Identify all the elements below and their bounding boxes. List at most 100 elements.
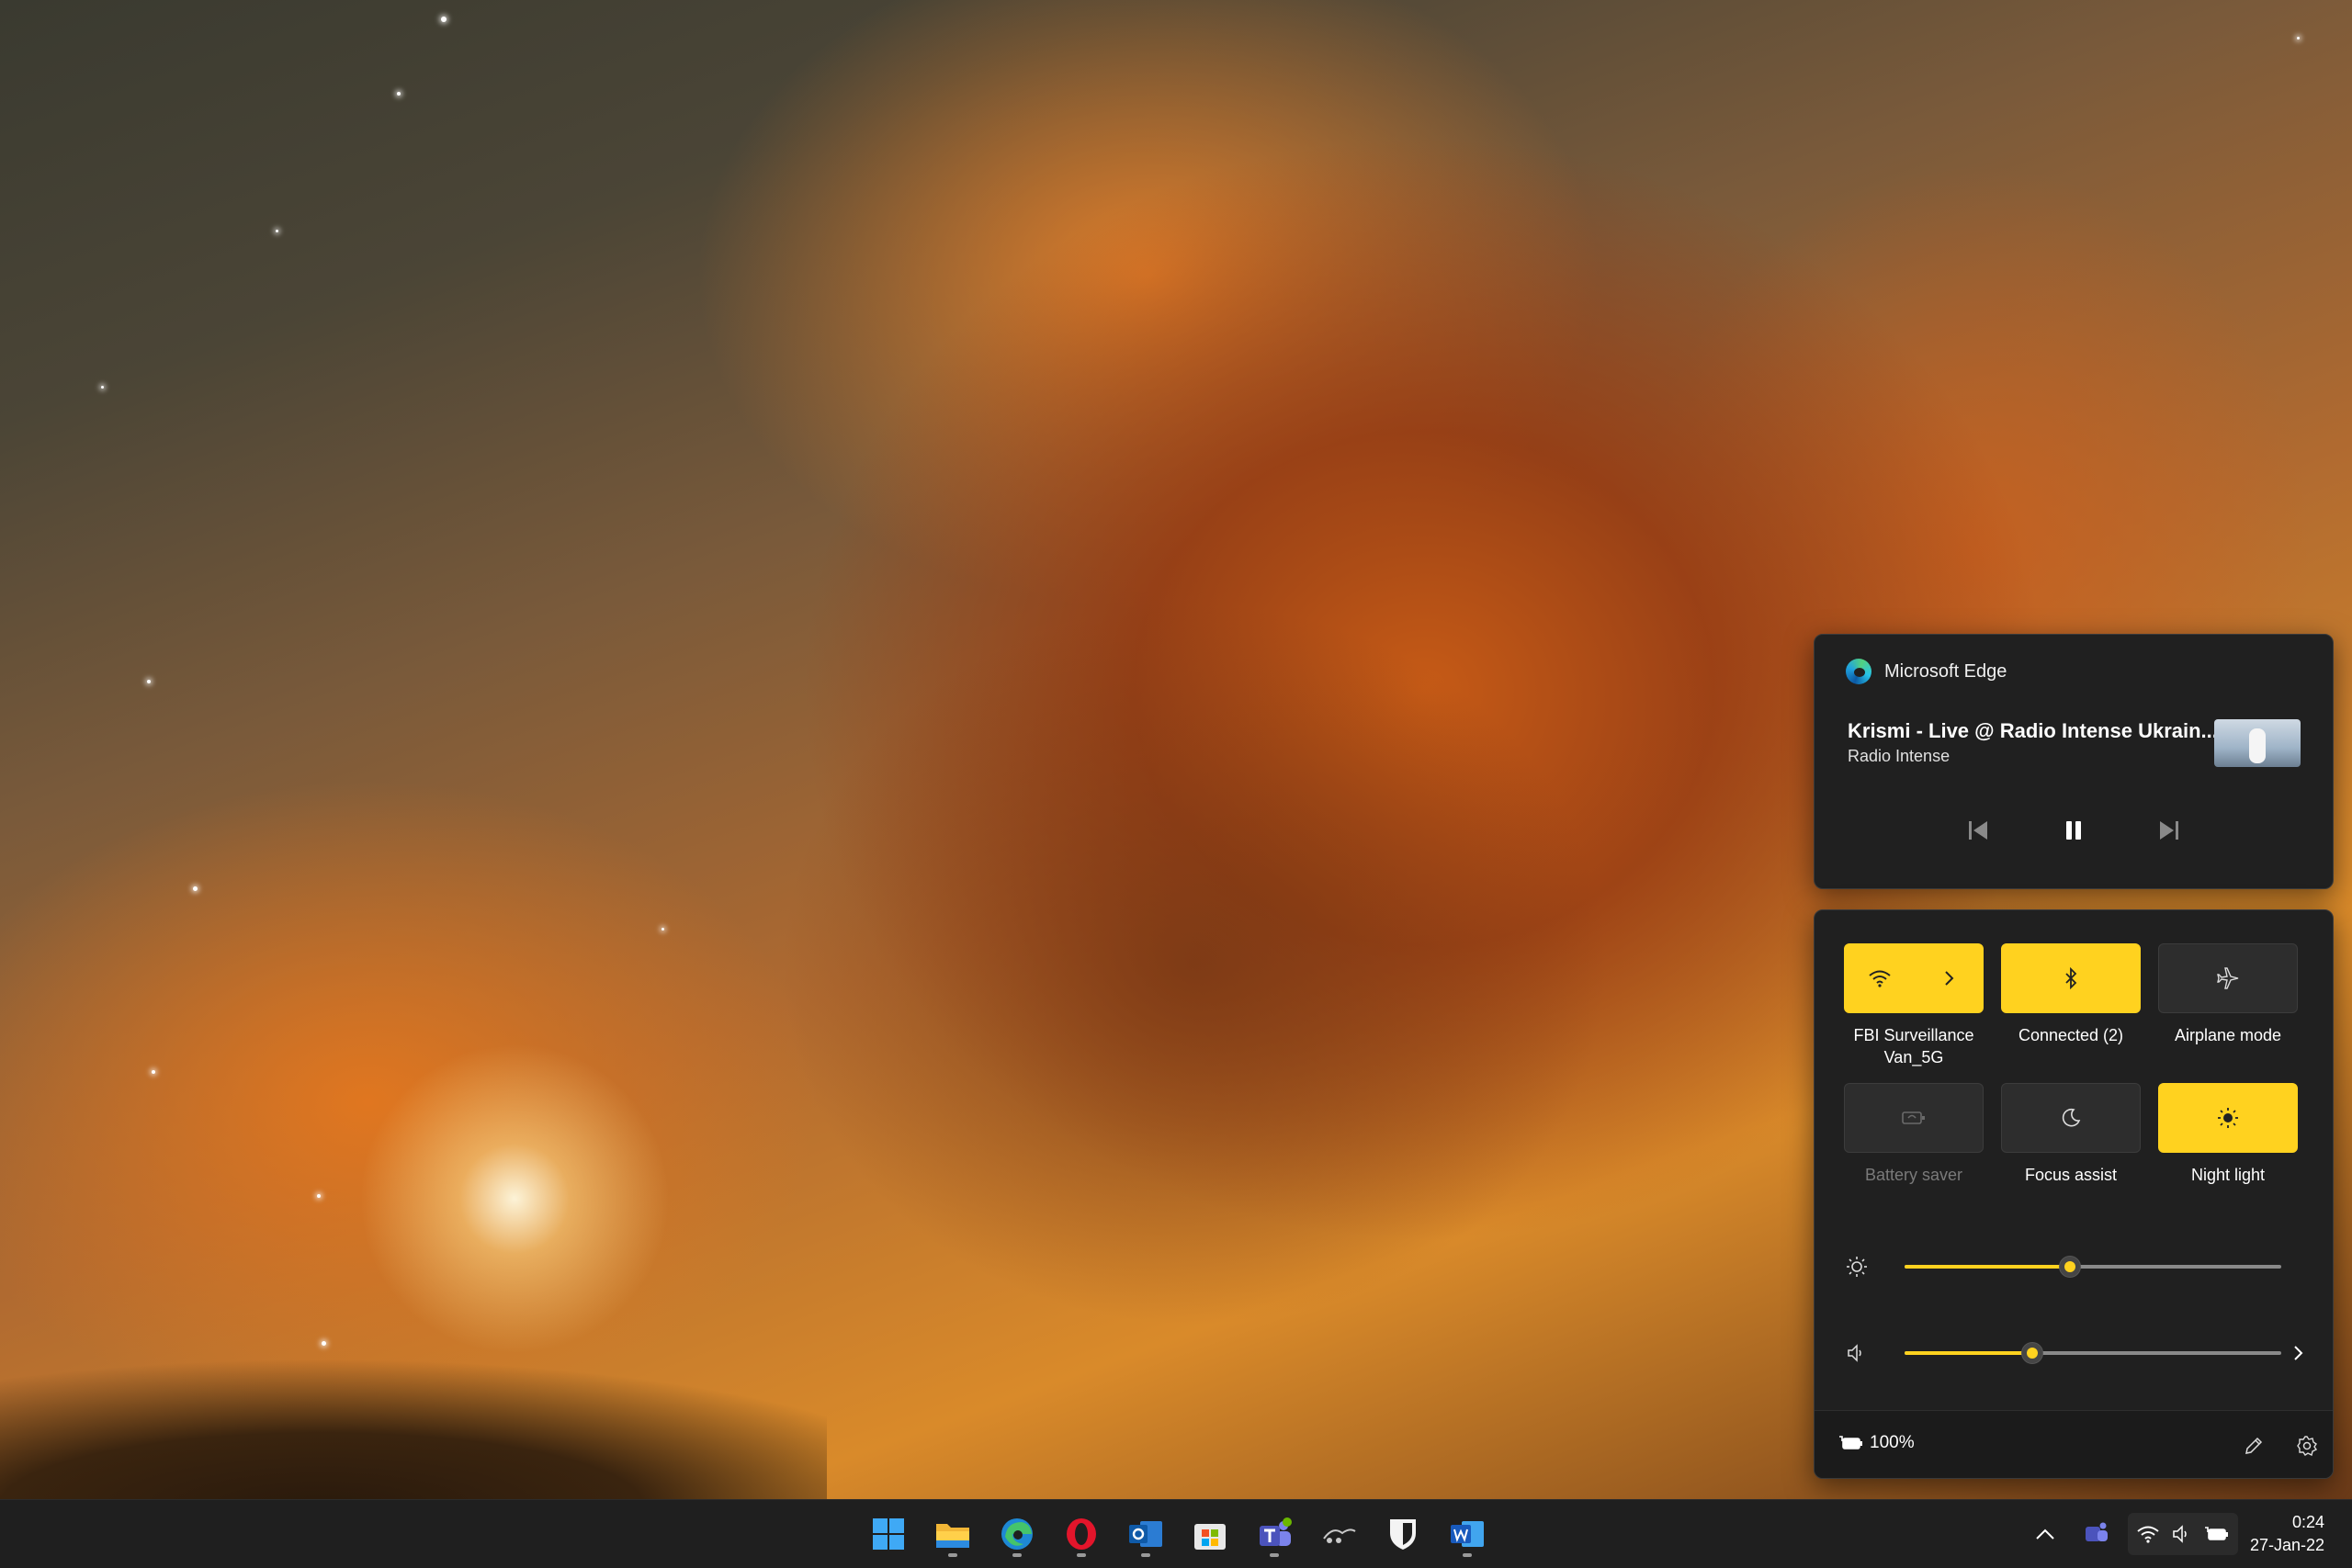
quick-settings-footer: 100%	[1815, 1410, 2333, 1478]
speaker-icon	[2173, 1525, 2187, 1543]
star	[441, 17, 447, 22]
tile-bluetooth: Connected (2)	[2001, 943, 2141, 1046]
running-indicator	[1141, 1553, 1150, 1557]
night-light-label: Night light	[2190, 1166, 2266, 1184]
edge-taskbar-button[interactable]	[992, 1509, 1042, 1559]
airplane-icon	[2217, 967, 2239, 989]
brightness-slider[interactable]	[1905, 1256, 2281, 1278]
sun-icon	[2218, 1108, 2238, 1128]
store-icon	[1194, 1524, 1226, 1550]
star	[2297, 37, 2300, 39]
running-indicator	[1077, 1553, 1086, 1557]
opera-button[interactable]	[1057, 1509, 1106, 1559]
word-icon	[1451, 1521, 1484, 1547]
battery-saver-label: Battery saver	[1864, 1166, 1963, 1184]
teams-tray-button[interactable]	[2078, 1513, 2115, 1555]
show-hidden-icons-button[interactable]	[2029, 1513, 2062, 1555]
media-track-title: Krismi - Live @ Radio Intense Ukrain...	[1848, 719, 2218, 742]
bitwarden-button[interactable]	[1378, 1509, 1428, 1559]
focus-assist-label: Focus assist	[2024, 1166, 2118, 1184]
star	[147, 680, 151, 683]
night-light-button[interactable]	[2158, 1083, 2298, 1153]
battery-status[interactable]: 100%	[1838, 1433, 1915, 1453]
wifi-toggle[interactable]	[1845, 944, 1914, 1012]
edge-icon	[1001, 1518, 1033, 1550]
edit-quick-settings-button[interactable]	[2237, 1429, 2270, 1462]
pause-icon	[2066, 821, 2081, 840]
airplane-mode-button[interactable]	[2158, 943, 2298, 1013]
word-button[interactable]	[1442, 1509, 1492, 1559]
wifi-toggle-button[interactable]	[1844, 943, 1984, 1013]
teams-icon	[1260, 1517, 1292, 1546]
clock-time: 0:24	[2291, 1513, 2324, 1531]
file-explorer-icon	[936, 1524, 969, 1548]
tile-night-light: Night light	[2158, 1083, 2298, 1186]
start-button[interactable]	[864, 1509, 913, 1559]
star	[193, 886, 198, 891]
clock[interactable]: 0:24 27-Jan-22	[2250, 1511, 2324, 1557]
wifi-icon	[1868, 970, 1891, 987]
bluetooth-toggle-button[interactable]	[2001, 943, 2141, 1013]
snipping-tool-button[interactable]	[1314, 1509, 1363, 1559]
tile-battery-saver: Battery saver	[1844, 1083, 1984, 1186]
battery-charging-icon	[2205, 1527, 2228, 1540]
audio-output-button[interactable]	[2285, 1340, 2311, 1366]
media-controls	[1815, 815, 2333, 846]
volume-slider-row	[1842, 1335, 2311, 1371]
opera-icon	[1067, 1518, 1096, 1550]
network-volume-battery-tray[interactable]	[2128, 1513, 2238, 1555]
running-indicator	[1463, 1553, 1472, 1557]
next-icon	[2160, 821, 2178, 840]
airplane-label: Airplane mode	[2174, 1026, 2282, 1044]
chevron-right-icon	[1944, 971, 1953, 986]
media-artist: Radio Intense	[1848, 747, 1951, 765]
star	[152, 1070, 155, 1074]
outlook-button[interactable]	[1121, 1509, 1170, 1559]
wallpaper-hill	[0, 1359, 827, 1499]
star	[101, 386, 104, 389]
star	[322, 1341, 326, 1346]
focus-assist-button[interactable]	[2001, 1083, 2141, 1153]
star	[317, 1194, 321, 1198]
snipping-icon	[1323, 1529, 1356, 1543]
running-indicator	[1012, 1553, 1022, 1557]
edge-icon	[1846, 659, 1871, 684]
clock-date: 27-Jan-22	[2249, 1536, 2324, 1554]
tile-airplane: Airplane mode	[2158, 943, 2298, 1046]
star	[397, 92, 401, 96]
wifi-icon	[2137, 1526, 2159, 1543]
wifi-label: FBI Surveillance Van_5G	[1853, 1026, 1974, 1066]
brightness-icon	[1844, 1254, 1870, 1280]
media-thumbnail[interactable]	[2214, 719, 2301, 767]
media-header: Microsoft Edge	[1846, 659, 2007, 684]
settings-button[interactable]	[2290, 1429, 2324, 1462]
taskbar: 0:24 27-Jan-22	[0, 1499, 2352, 1568]
battery-charging-icon	[1839, 1436, 1862, 1450]
volume-thumb[interactable]	[2021, 1342, 2044, 1364]
bitwarden-icon	[1390, 1519, 1416, 1550]
volume-fill	[1905, 1351, 2033, 1355]
speaker-icon[interactable]	[1844, 1340, 1870, 1366]
star	[662, 928, 664, 931]
chevron-right-icon	[2294, 1346, 2303, 1360]
brightness-slider-row	[1842, 1248, 2311, 1285]
battery-percent: 100%	[1870, 1433, 1915, 1452]
battery-saver-icon	[1902, 1111, 1925, 1124]
store-button[interactable]	[1185, 1509, 1235, 1559]
volume-slider[interactable]	[1905, 1342, 2281, 1364]
pause-button[interactable]	[2058, 815, 2089, 846]
brightness-thumb[interactable]	[2059, 1256, 2082, 1278]
previous-track-button[interactable]	[1962, 815, 1994, 846]
brightness-fill	[1905, 1265, 2071, 1269]
teams-tray-icon	[2086, 1522, 2108, 1541]
moon-icon	[2062, 1108, 2081, 1127]
outlook-icon	[1129, 1521, 1162, 1547]
wifi-networks-button[interactable]	[1914, 944, 1983, 1012]
bluetooth-icon	[2065, 967, 2077, 989]
gear-icon	[2297, 1436, 2318, 1457]
next-track-button[interactable]	[2154, 815, 2185, 846]
file-explorer-button[interactable]	[928, 1509, 978, 1559]
teams-button[interactable]	[1250, 1509, 1299, 1559]
quick-settings-flyout: FBI Surveillance Van_5G Connected (2) Ai…	[1814, 909, 2334, 1479]
tile-wifi: FBI Surveillance Van_5G	[1844, 943, 1984, 1068]
